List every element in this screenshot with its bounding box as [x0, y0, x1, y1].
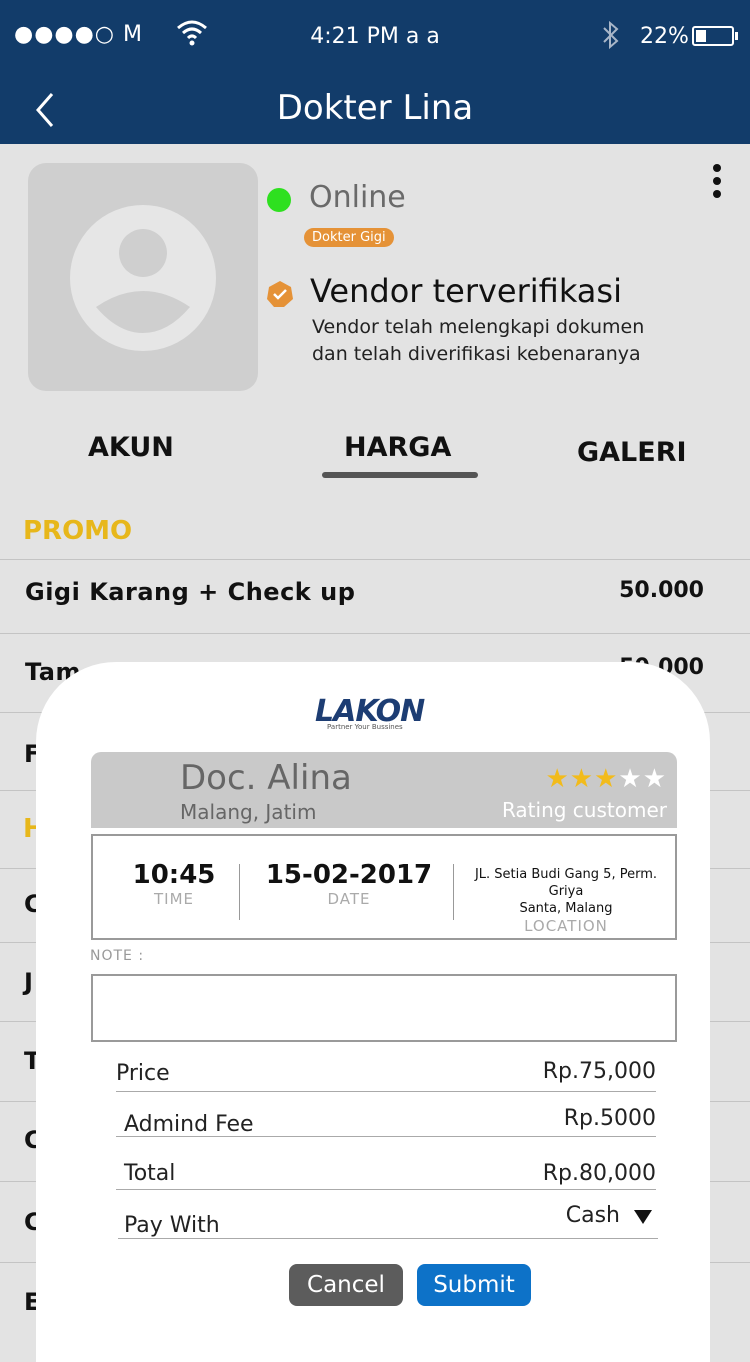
nav-bar: Dokter Lina [0, 72, 750, 144]
rating-stars: ★★★★★ [545, 764, 667, 794]
note-input[interactable] [91, 974, 677, 1042]
note-label: NOTE : [90, 948, 145, 964]
clock: 4:21 PM a a [310, 24, 440, 49]
verified-badge-icon [267, 281, 293, 307]
online-status-label: Online [309, 180, 406, 215]
location-line2: Santa, Malang [519, 901, 613, 916]
date-cell: 15-02-2017 DATE [259, 860, 439, 908]
page-title: Dokter Lina [276, 88, 474, 128]
location-line1: JL. Setia Budi Gang 5, Perm. Griya [474, 867, 658, 899]
date-value: 15-02-2017 [265, 860, 433, 890]
battery-icon [692, 26, 734, 46]
time-cell: 10:45 TIME [113, 860, 235, 908]
divider [0, 633, 750, 634]
category-badge: Dokter Gigi [304, 228, 394, 247]
tab-galeri[interactable]: GALERI [577, 437, 687, 468]
lakon-logo: LAKON Partner Your Bussines [315, 694, 425, 731]
price-row-value: 50.000 [619, 578, 704, 603]
star-icon: ★ [569, 764, 595, 794]
price-row-fragment: J [24, 968, 33, 996]
time-label: TIME [153, 890, 194, 908]
star-icon: ★ [618, 764, 643, 794]
total-rule [116, 1146, 656, 1190]
appointment-info: 10:45 TIME 15-02-2017 DATE JL. Setia Bud… [91, 834, 677, 940]
doctor-city: Malang, Jatim [180, 800, 317, 824]
section-promo: PROMO [23, 516, 133, 546]
user-placeholder-icon [70, 205, 216, 351]
verified-description: Vendor telah melengkapi dokumen dan tela… [312, 316, 645, 365]
active-tab-indicator [322, 472, 478, 478]
star-icon: ★ [545, 764, 570, 794]
status-bar: ●●●●○ M 4:21 PM a a 22% [0, 0, 750, 72]
star-icon: ★ [594, 764, 619, 794]
star-icon: ★ [642, 764, 667, 794]
battery-percent: 22% [640, 24, 689, 49]
doctor-name: Doc. Alina [180, 758, 352, 798]
avatar [28, 163, 258, 391]
booking-modal: LAKON Partner Your Bussines Doc. Alina M… [36, 662, 710, 1362]
bluetooth-icon [603, 20, 619, 50]
doctor-header: Doc. Alina Malang, Jatim ★★★★★ Rating cu… [91, 752, 677, 828]
pay-rule [116, 1195, 658, 1239]
location-label: LOCATION [524, 917, 608, 935]
cancel-button[interactable]: Cancel [289, 1264, 403, 1306]
tab-akun[interactable]: AKUN [88, 432, 174, 463]
submit-button[interactable]: Submit [417, 1264, 531, 1306]
price-row-label[interactable]: Gigi Karang + Check up [25, 578, 355, 606]
divider [0, 559, 750, 560]
date-label: DATE [327, 890, 371, 908]
verified-title: Vendor terverifikasi [310, 272, 622, 310]
more-options-icon[interactable] [713, 164, 721, 203]
online-status-dot [267, 188, 291, 212]
time-value: 10:45 [132, 860, 216, 890]
price-line: Price Rp.75,000 [116, 1048, 656, 1092]
location-cell: JL. Setia Budi Gang 5, Perm. Griya Santa… [461, 866, 671, 935]
fee-rule [116, 1093, 656, 1137]
rating-label: Rating customer [501, 798, 667, 822]
tab-harga[interactable]: HARGA [344, 432, 451, 463]
